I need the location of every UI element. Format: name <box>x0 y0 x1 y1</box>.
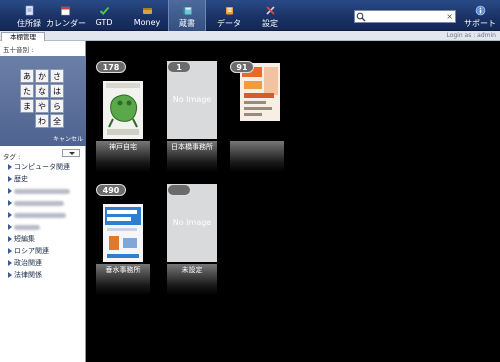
book-count-badge: 91 <box>230 61 254 73</box>
nav-label: カレンダー <box>46 19 86 28</box>
kana-button-sa[interactable]: さ <box>50 69 64 83</box>
tag-item-label: コンピュータ関連 <box>14 163 70 171</box>
obscured-text <box>14 224 40 230</box>
kana-button-ma[interactable]: ま <box>20 99 34 113</box>
tag-item-obscured[interactable] <box>0 185 86 197</box>
data-icon <box>225 7 233 15</box>
frog-cover-image <box>103 81 143 139</box>
shelf-card[interactable]: 178 神戸自宅 <box>96 61 150 172</box>
tag-item[interactable]: 法律関係 <box>0 269 86 281</box>
kana-button-ta[interactable]: た <box>20 84 34 98</box>
tag-label: タグ : <box>3 153 21 161</box>
checkmark-icon <box>99 6 109 16</box>
tools-icon <box>265 6 275 15</box>
app-window: 住所録 カレンダー GTD Money 蔵書 データ 設定 × サポート 本棚管… <box>0 0 500 362</box>
kana-filter-panel: あ か さ た な は ま や ら わ 全 キャンセル <box>0 56 86 146</box>
login-status: Login as : admin <box>446 32 496 39</box>
calendar-icon <box>60 6 70 16</box>
nav-label: 設定 <box>262 19 278 28</box>
nav-settings[interactable]: 設定 <box>258 0 282 31</box>
tag-item-label: 短編集 <box>14 235 35 243</box>
nav-label: サポート <box>464 19 496 28</box>
nav-label: 蔵書 <box>179 19 195 28</box>
shelf-name: 垂水事務所 <box>105 266 141 274</box>
tag-item-obscured[interactable] <box>0 209 86 221</box>
cancel-link[interactable]: キャンセル <box>53 134 83 143</box>
book-cover <box>103 204 143 262</box>
nav-label: データ <box>217 19 241 28</box>
tech-book-cover-image <box>103 204 143 262</box>
tag-item[interactable]: 短編集 <box>0 233 86 245</box>
address-book-icon <box>25 5 33 16</box>
tag-item-label: ロシア関連 <box>14 247 49 255</box>
nav-data[interactable]: データ <box>215 0 243 31</box>
tag-dropdown[interactable] <box>62 149 80 157</box>
tag-list: コンピュータ関連 歴史 短編集 ロシア関連 政治関連 法律関係 <box>0 161 86 281</box>
kana-button-wa[interactable]: わ <box>35 114 49 128</box>
shelf-card[interactable]: 1 No Image 日本橋事務所 <box>167 61 221 172</box>
nav-label: 住所録 <box>17 19 41 28</box>
tag-item-label: 法律関係 <box>14 271 42 279</box>
kana-button-a[interactable]: あ <box>20 69 34 83</box>
book-cover: No Image <box>167 184 217 264</box>
shelf-card[interactable]: 91 <box>230 61 284 172</box>
nav-books[interactable]: 蔵書 <box>168 0 206 31</box>
nav-support[interactable]: サポート <box>464 0 496 31</box>
shelf-name: 日本橋事務所 <box>171 143 213 151</box>
kana-button-ha[interactable]: は <box>50 84 64 98</box>
nav-gtd[interactable]: GTD <box>91 0 117 31</box>
obscured-text <box>14 188 70 194</box>
search-icon[interactable] <box>356 12 366 22</box>
kana-button-ka[interactable]: か <box>35 69 49 83</box>
nav-address-book[interactable]: 住所録 <box>14 0 44 31</box>
nav-label: GTD <box>95 18 113 27</box>
search-clear-button[interactable]: × <box>446 11 453 22</box>
shelf-card[interactable]: No Image 未設定 <box>167 184 221 295</box>
gojuon-label: 五十音別 : <box>3 46 34 54</box>
book-count-badge: 1 <box>167 61 191 73</box>
tag-item-label: 政治関連 <box>14 259 42 267</box>
kana-button-ya[interactable]: や <box>35 99 49 113</box>
book-count-badge: 178 <box>96 61 126 73</box>
wallet-icon <box>142 8 152 14</box>
kana-button-na[interactable]: な <box>35 84 49 98</box>
nav-calendar[interactable]: カレンダー <box>46 0 86 31</box>
shelf-name: 未設定 <box>181 266 203 274</box>
nav-label: Money <box>133 18 161 27</box>
tag-item[interactable]: 歴史 <box>0 173 86 185</box>
bookshelf-grid: 178 神戸自宅 1 No Image 日本橋事務所 91 490 垂水事務所 … <box>87 41 500 362</box>
support-icon <box>475 5 485 16</box>
top-navigation-bar: 住所録 カレンダー GTD Money 蔵書 データ 設定 × サポート <box>0 0 500 31</box>
tag-item-obscured[interactable] <box>0 221 86 233</box>
search-box: × <box>354 10 456 23</box>
tab-bookshelf-management[interactable]: 本棚管理 <box>1 32 45 41</box>
tag-item[interactable]: ロシア関連 <box>0 245 86 257</box>
nav-money[interactable]: Money <box>132 0 162 31</box>
tag-item[interactable]: 政治関連 <box>0 257 86 269</box>
sidebar: 五十音別 : あ か さ た な は ま や ら わ 全 キャンセル タグ : … <box>0 41 86 362</box>
book-cover <box>103 81 143 139</box>
shelf-base <box>230 141 284 172</box>
tag-item[interactable]: コンピュータ関連 <box>0 161 86 173</box>
shelf-card[interactable]: 490 垂水事務所 <box>96 184 150 295</box>
search-input[interactable] <box>369 11 445 22</box>
obscured-text <box>14 212 66 218</box>
book-count-badge: 490 <box>96 184 126 196</box>
tag-item-obscured[interactable] <box>0 197 86 209</box>
book-count-badge <box>167 184 191 196</box>
kana-button-ra[interactable]: ら <box>50 99 64 113</box>
book-icon <box>183 7 191 15</box>
book-cover: No Image <box>167 61 217 141</box>
sub-header: 本棚管理 Login as : admin <box>0 31 500 41</box>
tag-item-label: 歴史 <box>14 175 28 183</box>
shelf-name: 神戸自宅 <box>109 143 137 151</box>
obscured-text <box>14 200 64 206</box>
kana-button-all[interactable]: 全 <box>50 114 64 128</box>
